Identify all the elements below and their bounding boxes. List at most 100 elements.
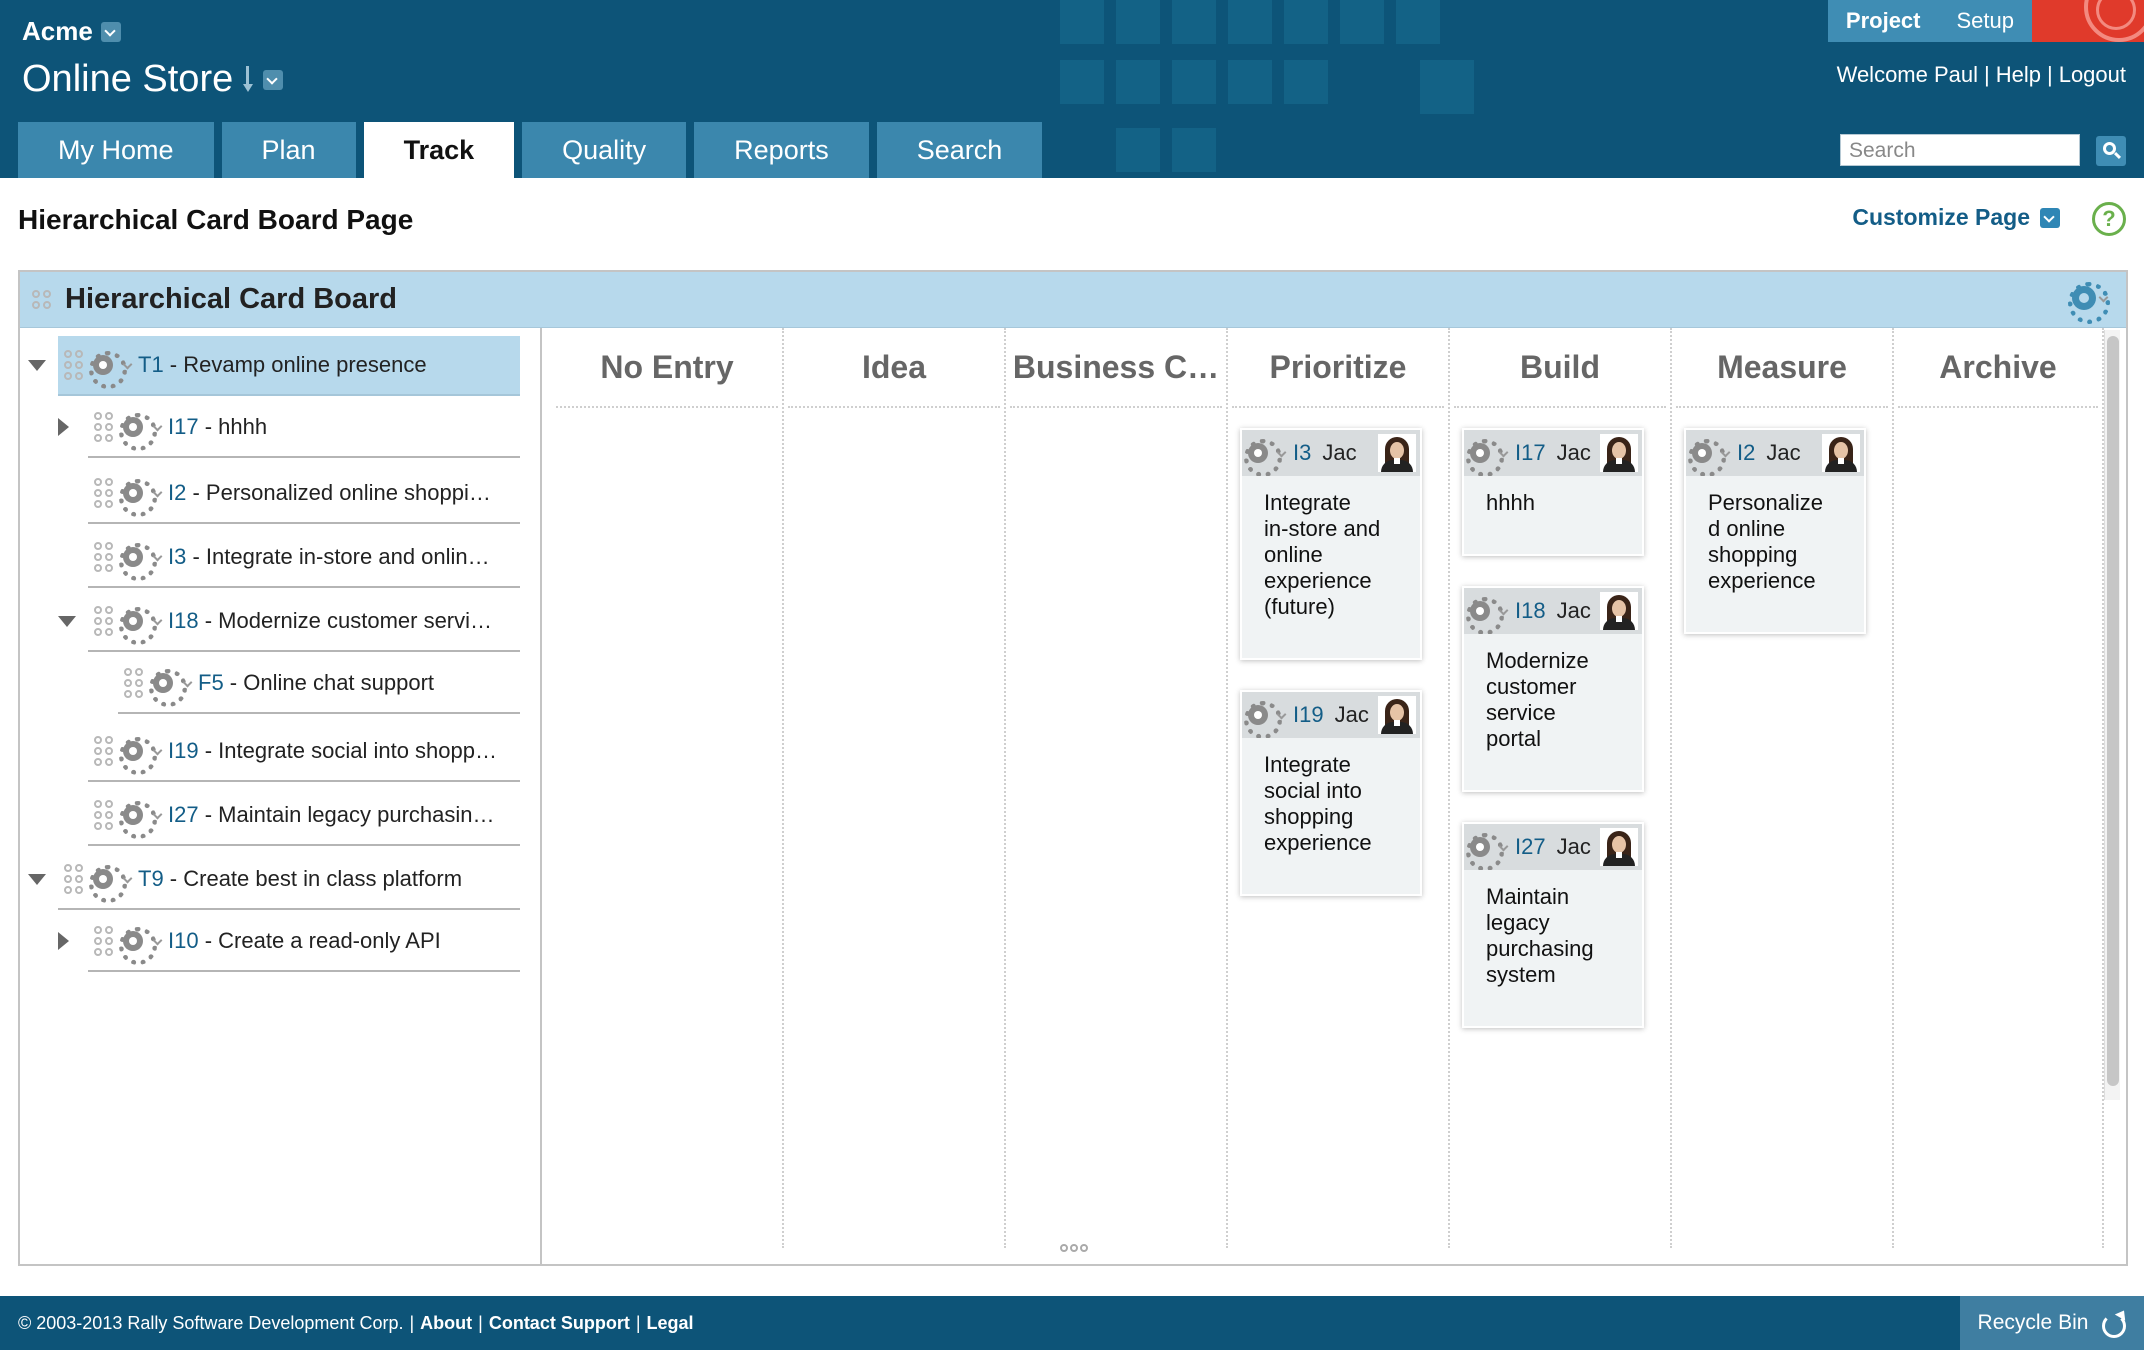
chevron-down-icon[interactable] (153, 937, 162, 946)
chevron-down-icon[interactable] (2040, 207, 2060, 228)
chevron-down-icon[interactable] (153, 489, 162, 498)
tree-item-id[interactable]: I27 (168, 802, 199, 828)
drag-handle-icon[interactable] (32, 290, 51, 309)
tab-track[interactable]: Track (363, 122, 515, 178)
card-id-link[interactable]: I19 (1293, 702, 1324, 728)
drag-handle-icon[interactable] (94, 412, 113, 442)
card-id-link[interactable]: I18 (1515, 598, 1546, 624)
drag-handle-icon[interactable] (94, 736, 113, 766)
chevron-down-icon[interactable] (153, 617, 162, 626)
gear-icon[interactable] (1688, 439, 1726, 476)
drag-handle-icon[interactable] (64, 864, 83, 894)
tree-item-id[interactable]: I18 (168, 608, 199, 634)
chevron-down-icon[interactable] (123, 875, 132, 884)
tree-item-id[interactable]: F5 (198, 670, 224, 696)
tree-row[interactable]: I10 - Create a read-only API (88, 912, 520, 972)
vertical-scrollbar[interactable] (2104, 330, 2120, 1100)
tree-row[interactable]: I2 - Personalized online shoppi… (88, 464, 520, 524)
chevron-down-icon[interactable] (153, 553, 162, 562)
contact-support-link[interactable]: Contact Support (489, 1313, 630, 1334)
tree-row[interactable]: I27 - Maintain legacy purchasin… (88, 786, 520, 846)
workspace-selector[interactable]: Acme (22, 16, 121, 47)
tree-item-id[interactable]: I10 (168, 928, 199, 954)
logout-link[interactable]: Logout (2059, 62, 2126, 88)
card-id-link[interactable]: I3 (1293, 440, 1311, 466)
tab-reports[interactable]: Reports (694, 122, 869, 178)
legal-link[interactable]: Legal (647, 1313, 694, 1334)
board-settings-button[interactable] (2068, 282, 2110, 324)
tab-plan[interactable]: Plan (221, 122, 356, 178)
search-input[interactable]: Search (1840, 134, 2080, 166)
drag-handle-icon[interactable] (94, 606, 113, 636)
gear-icon[interactable] (89, 351, 127, 389)
chevron-down-icon[interactable] (263, 69, 284, 90)
gear-icon[interactable] (1244, 439, 1282, 476)
card[interactable]: I17 Jac hhhh (1462, 428, 1644, 556)
tree-item-id[interactable]: I19 (168, 738, 199, 764)
tree-row[interactable]: I17 - hhhh (88, 398, 520, 458)
card[interactable]: I27 Jac Maintain legacy purchasing system (1462, 822, 1644, 1028)
tab-my-home[interactable]: My Home (18, 122, 214, 178)
drag-handle-icon[interactable] (94, 926, 113, 956)
recycle-bin-button[interactable]: Recycle Bin (1960, 1296, 2144, 1350)
tab-project[interactable]: Project (1827, 0, 1939, 42)
card[interactable]: I3 Jac Integrate in-store and online experien… (1240, 428, 1422, 660)
tree-row[interactable]: I3 - Integrate in-store and onlin… (88, 528, 520, 588)
drag-handle-icon[interactable] (94, 478, 113, 508)
tab-setup[interactable]: Setup (1938, 0, 2032, 42)
chevron-down-icon[interactable] (1277, 449, 1286, 458)
chevron-down-icon[interactable] (1499, 843, 1508, 852)
tree-item-id[interactable]: I3 (168, 544, 186, 570)
chevron-down-icon[interactable] (153, 423, 162, 432)
card-id-link[interactable]: I17 (1515, 440, 1546, 466)
drag-handle-icon[interactable] (94, 542, 113, 572)
chevron-down-icon[interactable] (1499, 449, 1508, 458)
expand-triangle-icon[interactable] (28, 356, 46, 374)
about-link[interactable]: About (420, 1313, 472, 1334)
resize-handle[interactable] (1060, 1244, 1088, 1252)
tree-item-id[interactable]: I2 (168, 480, 186, 506)
gear-icon[interactable] (119, 927, 157, 965)
tree-item-id[interactable]: T9 (138, 866, 164, 892)
card[interactable]: I19 Jac Integrate social into shopping experi… (1240, 690, 1422, 896)
chevron-down-icon[interactable] (1499, 607, 1508, 616)
tree-item-id[interactable]: T1 (138, 352, 164, 378)
tree-row[interactable]: T9 - Create best in class platform (58, 850, 520, 910)
chevron-down-icon[interactable] (1277, 711, 1286, 720)
search-button[interactable] (2096, 136, 2126, 166)
tree-row[interactable]: F5 - Online chat support (118, 654, 520, 714)
drag-handle-icon[interactable] (64, 350, 83, 380)
collapse-triangle-icon[interactable] (58, 418, 76, 436)
gear-icon[interactable] (1466, 597, 1504, 634)
gear-icon[interactable] (1466, 439, 1504, 476)
gear-icon[interactable] (119, 737, 157, 775)
gear-icon[interactable] (149, 669, 187, 707)
tab-quality[interactable]: Quality (522, 122, 687, 178)
tree-row[interactable]: T1 - Revamp online presence (58, 336, 520, 396)
chevron-down-icon[interactable] (153, 811, 162, 820)
tree-item-id[interactable]: I17 (168, 414, 199, 440)
chevron-down-icon[interactable] (1721, 449, 1730, 458)
customize-page-button[interactable]: Customize Page (1852, 204, 2060, 231)
gear-icon[interactable] (119, 543, 157, 581)
gear-icon[interactable] (119, 479, 157, 517)
tab-search[interactable]: Search (876, 122, 1043, 178)
card[interactable]: I2 Jac Personalize d online shopping experien… (1684, 428, 1866, 634)
gear-icon[interactable] (1466, 833, 1504, 870)
chevron-down-icon[interactable] (153, 747, 162, 756)
card-id-link[interactable]: I2 (1737, 440, 1755, 466)
card-id-link[interactable]: I27 (1515, 834, 1546, 860)
project-selector[interactable]: Online Store (22, 58, 284, 101)
drag-handle-icon[interactable] (94, 800, 113, 830)
gear-icon[interactable] (119, 801, 157, 839)
gear-icon[interactable] (89, 865, 127, 903)
scope-down-icon[interactable] (243, 65, 254, 94)
chevron-down-icon[interactable] (183, 679, 192, 688)
gear-icon[interactable] (119, 413, 157, 451)
chevron-down-icon[interactable] (123, 361, 132, 370)
tree-row[interactable]: I19 - Integrate social into shopp… (88, 722, 520, 782)
drag-handle-icon[interactable] (124, 668, 143, 698)
expand-triangle-icon[interactable] (28, 870, 46, 888)
help-link[interactable]: Help (1996, 62, 2041, 88)
expand-triangle-icon[interactable] (58, 612, 76, 630)
